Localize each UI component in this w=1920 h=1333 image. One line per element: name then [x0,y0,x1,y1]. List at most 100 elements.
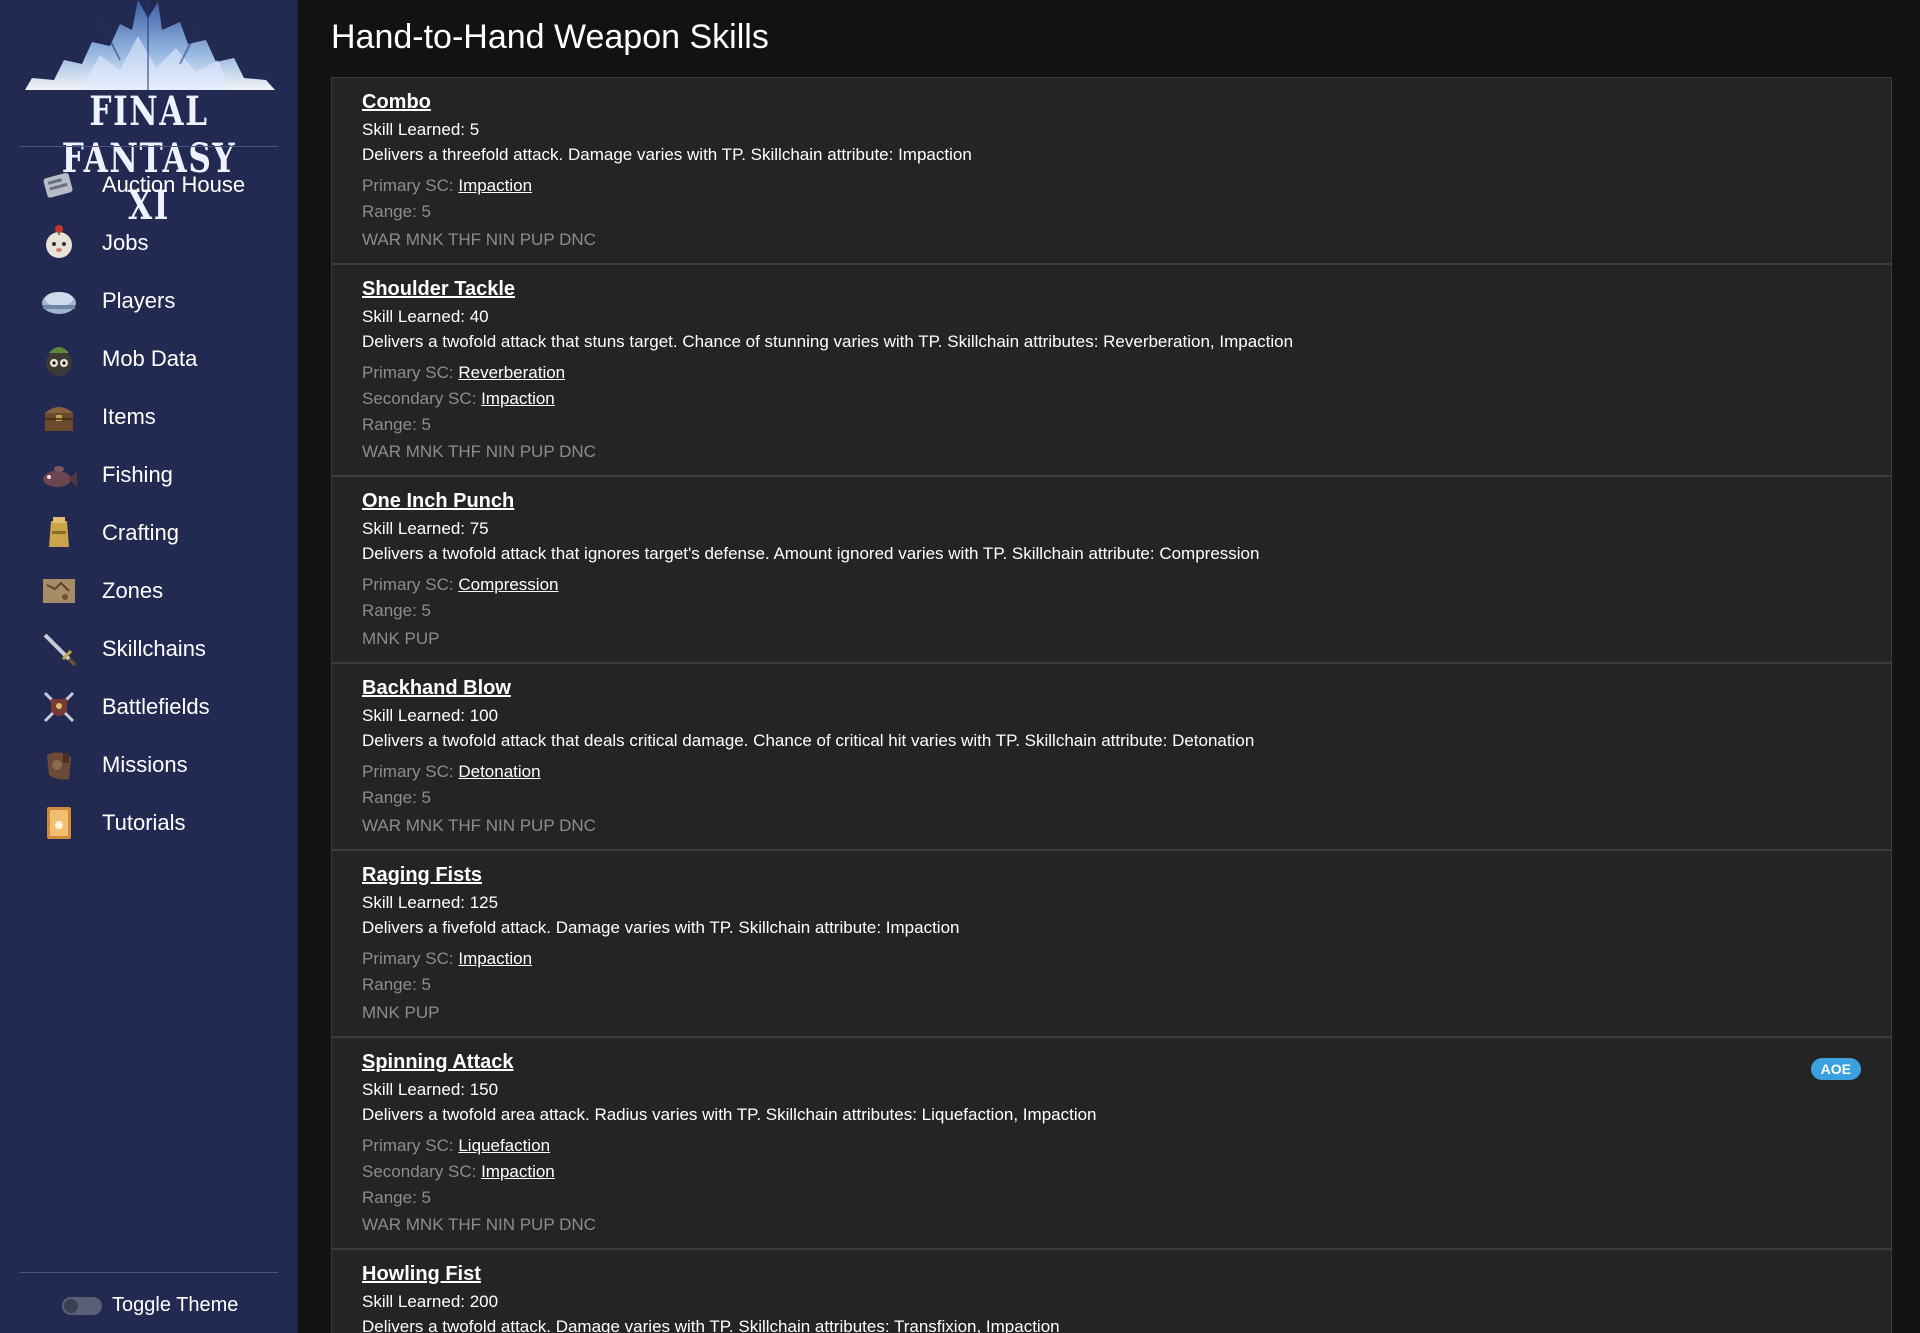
moogle-icon [38,222,80,264]
sidebar-item-jobs[interactable]: Jobs [20,218,278,268]
weapon-skills-list: Combo Skill Learned: 5 Delivers a threef… [331,77,1892,1333]
primary-sc-link[interactable]: Compression [458,575,558,594]
skill-learned: Skill Learned: 150 [362,1080,499,1099]
sidebar-item-label: Auction House [102,172,246,197]
sidebar-item-label: Fishing [102,462,173,487]
sidebar-item-items[interactable]: Items [20,392,278,442]
sidebar-item-missions[interactable]: Missions [20,740,278,790]
skill-range: Range: 5 [362,202,431,221]
skill-card: Spinning Attack AOE Skill Learned: 150 D… [332,1038,1891,1250]
sword-icon [38,628,80,670]
crafting-icon [38,512,80,554]
skill-card: Backhand Blow Skill Learned: 100 Deliver… [332,664,1891,851]
sidebar-item-label: Players [102,288,176,313]
skill-description: Delivers a twofold attack that ignores t… [362,544,1260,563]
sidebar: FINAL FANTASY XI Auction House Jobs Play… [0,0,298,1333]
sidebar-item-label: Jobs [102,230,149,255]
secondary-sc-link[interactable]: Impaction [481,389,555,408]
final-fantasy-xi-logo[interactable]: FINAL FANTASY XI [20,0,278,229]
secondary-sc-link[interactable]: Impaction [481,1162,555,1181]
fish-icon [38,454,80,496]
primary-sc-row: Primary SC: Liquefaction [362,1136,550,1156]
skill-learned: Skill Learned: 200 [362,1292,499,1311]
skill-description: Delivers a fivefold attack. Damage varie… [362,918,960,937]
sidebar-item-mob-data[interactable]: Mob Data [20,334,278,384]
sidebar-item-label: Zones [102,578,164,603]
sidebar-item-battlefields[interactable]: Battlefields [20,682,278,732]
sidebar-top-divider [20,146,278,147]
skill-range: Range: 5 [362,601,431,620]
secondary-sc-row: Secondary SC: Impaction [362,1162,555,1182]
toggle-knob [64,1298,78,1313]
skill-card: Howling Fist Skill Learned: 200 Delivers… [332,1250,1891,1333]
sidebar-item-fishing[interactable]: Fishing [20,450,278,500]
skill-range: Range: 5 [362,1188,431,1207]
skill-jobs: WAR MNK THF NIN PUP DNC [362,816,596,835]
primary-sc-link[interactable]: Impaction [458,949,532,968]
skill-range: Range: 5 [362,975,431,994]
skill-name-link[interactable]: Combo [362,91,431,114]
secondary-sc-row: Secondary SC: Impaction [362,389,555,409]
logo-crystal-art [25,0,275,90]
toggle-switch[interactable] [62,1296,102,1315]
map-icon [38,570,80,612]
skill-jobs: WAR MNK THF NIN PUP DNC [362,442,596,461]
skill-card: Combo Skill Learned: 5 Delivers a threef… [332,78,1891,265]
primary-sc-link[interactable]: Liquefaction [458,1136,550,1155]
auction-house-icon [38,164,80,206]
treasure-chest-icon [38,396,80,438]
primary-sc-row: Primary SC: Compression [362,575,559,595]
skill-jobs: MNK PUP [362,629,440,648]
skill-name-link[interactable]: One Inch Punch [362,490,514,513]
skill-name-link[interactable]: Spinning Attack [362,1051,513,1074]
page-title: Hand-to-Hand Weapon Skills [331,18,769,56]
skill-card: Raging Fists Skill Learned: 125 Delivers… [332,851,1891,1038]
sidebar-item-label: Crafting [102,520,180,545]
toggle-theme-label: Toggle Theme [112,1294,239,1316]
skill-name-link[interactable]: Backhand Blow [362,677,511,700]
primary-sc-label: Primary SC: [362,1136,459,1155]
sidebar-bottom-divider [20,1272,278,1273]
primary-sc-label: Primary SC: [362,176,459,195]
scroll-icon [38,802,80,844]
primary-sc-link[interactable]: Detonation [458,762,540,781]
skill-learned: Skill Learned: 75 [362,519,489,538]
sidebar-item-crafting[interactable]: Crafting [20,508,278,558]
skill-range: Range: 5 [362,415,431,434]
primary-sc-label: Primary SC: [362,363,459,382]
skill-description: Delivers a twofold attack. Damage varies… [362,1317,1060,1333]
theme-toggle[interactable]: Toggle Theme [62,1294,238,1317]
primary-sc-row: Primary SC: Impaction [362,176,532,196]
sidebar-item-tutorials[interactable]: Tutorials [20,798,278,848]
missions-icon [38,744,80,786]
skill-range: Range: 5 [362,788,431,807]
sidebar-item-label: Items [102,404,156,429]
primary-sc-row: Primary SC: Detonation [362,762,541,782]
skill-description: Delivers a threefold attack. Damage vari… [362,145,972,164]
skill-card: Shoulder Tackle Skill Learned: 40 Delive… [332,265,1891,477]
skill-learned: Skill Learned: 125 [362,893,499,912]
skill-learned: Skill Learned: 40 [362,307,489,326]
primary-sc-label: Primary SC: [362,762,459,781]
sidebar-item-players[interactable]: Players [20,276,278,326]
skill-description: Delivers a twofold area attack. Radius v… [362,1105,1097,1124]
sidebar-item-skillchains[interactable]: Skillchains [20,624,278,674]
primary-sc-link[interactable]: Reverberation [458,363,565,382]
helmet-icon [38,280,80,322]
sidebar-item-label: Tutorials [102,810,186,835]
primary-sc-link[interactable]: Impaction [458,176,532,195]
sidebar-item-label: Skillchains [102,636,206,661]
aoe-badge: AOE [1810,1058,1861,1080]
skill-name-link[interactable]: Howling Fist [362,1263,481,1286]
skill-description: Delivers a twofold attack that stuns tar… [362,332,1294,351]
sidebar-item-auction-house[interactable]: Auction House [20,160,278,210]
skill-learned: Skill Learned: 5 [362,120,480,139]
sidebar-item-label: Battlefields [102,694,210,719]
skill-name-link[interactable]: Shoulder Tackle [362,278,515,301]
skill-name-link[interactable]: Raging Fists [362,864,482,887]
sidebar-item-zones[interactable]: Zones [20,566,278,616]
crossed-swords-shield-icon [38,686,80,728]
sidebar-item-label: Mob Data [102,346,198,371]
secondary-sc-label: Secondary SC: [362,1162,482,1181]
skill-learned: Skill Learned: 100 [362,706,499,725]
